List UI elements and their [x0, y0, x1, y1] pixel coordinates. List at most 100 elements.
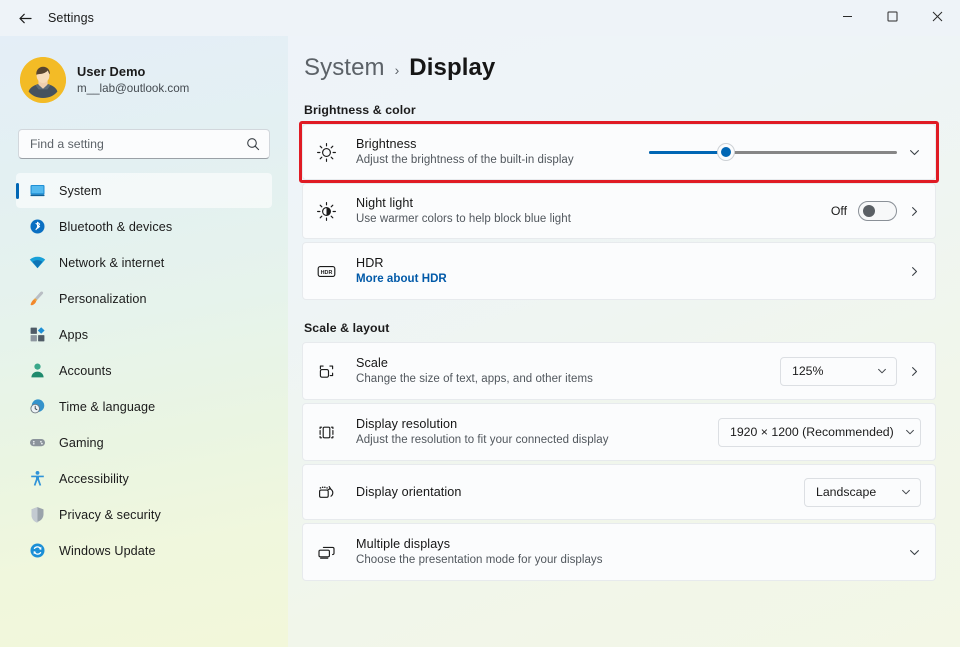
page-title: Display	[409, 54, 496, 81]
row-night-light-text: Night light Use warmer colors to help bl…	[356, 195, 831, 227]
profile-section[interactable]: User Demo m__lab@outlook.com	[16, 36, 272, 108]
sidebar-item-apps[interactable]: Apps	[16, 317, 272, 352]
hdr-icon: HDR	[316, 259, 346, 283]
more-about-hdr-link[interactable]: More about HDR	[356, 272, 908, 287]
row-night-light-controls: Off	[831, 201, 921, 221]
display-resolution-dropdown[interactable]: 1920 × 1200 (Recommended)	[718, 417, 921, 447]
section-brightness-color: Brightness Adjust the brightness of the …	[299, 121, 939, 300]
toggle-knob	[863, 205, 875, 217]
brightness-sun-icon	[316, 140, 346, 164]
chevron-right-icon[interactable]	[908, 265, 921, 278]
row-hdr-text: HDR More about HDR	[356, 255, 908, 287]
slider-thumb[interactable]	[716, 143, 735, 161]
paintbrush-icon	[29, 290, 46, 307]
maximize-button[interactable]	[870, 0, 915, 36]
row-scale-controls: 125%	[780, 356, 921, 386]
slider-fill	[649, 150, 726, 154]
row-subtitle: Change the size of text, apps, and other…	[356, 373, 593, 385]
row-multiple-displays-text: Multiple displays Choose the presentatio…	[356, 536, 908, 568]
accessibility-icon	[29, 470, 46, 487]
chevron-down-icon	[900, 486, 912, 498]
sidebar-item-label: Gaming	[59, 435, 104, 450]
settings-window: Settings User Demo m__lab@outlook.com Fi…	[0, 0, 960, 647]
scale-dropdown[interactable]: 125%	[780, 356, 897, 386]
main-content: System › Display Brightness & color Brig…	[288, 36, 960, 647]
chevron-right-icon[interactable]	[908, 365, 921, 378]
chevron-right-icon[interactable]	[908, 205, 921, 218]
row-display-resolution-text: Display resolution Adjust the resolution…	[356, 416, 718, 448]
row-brightness-controls	[649, 143, 921, 161]
back-button[interactable]	[8, 3, 42, 33]
display-orientation-value: Landscape	[816, 485, 877, 499]
sidebar-item-gaming[interactable]: Gaming	[16, 425, 272, 460]
sidebar-item-label: Apps	[59, 327, 89, 342]
night-light-toggle[interactable]	[858, 201, 897, 221]
resolution-icon	[316, 420, 346, 444]
sidebar-item-privacy-security[interactable]: Privacy & security	[16, 497, 272, 532]
wifi-icon	[29, 254, 46, 271]
row-subtitle: Use warmer colors to help block blue lig…	[356, 213, 571, 225]
sidebar-item-network-internet[interactable]: Network & internet	[16, 245, 272, 280]
breadcrumb: System › Display	[304, 36, 936, 82]
close-button[interactable]	[915, 0, 960, 36]
chevron-down-icon[interactable]	[908, 146, 921, 159]
display-resolution-value: 1920 × 1200 (Recommended)	[730, 425, 894, 439]
breadcrumb-parent[interactable]: System	[304, 54, 385, 82]
close-icon	[932, 9, 943, 27]
sidebar-item-windows-update[interactable]: Windows Update	[16, 533, 272, 568]
row-title: HDR	[356, 256, 384, 270]
row-night-light[interactable]: Night light Use warmer colors to help bl…	[302, 183, 936, 239]
chevron-down-icon	[904, 426, 916, 438]
sidebar-item-label: Network & internet	[59, 255, 165, 270]
row-scale[interactable]: Scale Change the size of text, apps, and…	[302, 342, 936, 400]
row-display-resolution[interactable]: Display resolution Adjust the resolution…	[302, 403, 936, 461]
sidebar-nav: System Bluetooth & devices Network & int…	[16, 173, 272, 568]
window-body: User Demo m__lab@outlook.com Find a sett…	[0, 36, 960, 647]
row-title: Brightness	[356, 137, 417, 151]
sidebar-item-accessibility[interactable]: Accessibility	[16, 461, 272, 496]
brightness-slider[interactable]	[649, 143, 897, 161]
display-orientation-dropdown[interactable]: Landscape	[804, 477, 921, 507]
toggle-state-label: Off	[830, 204, 847, 218]
minimize-button[interactable]	[825, 0, 870, 36]
breadcrumb-separator-icon: ›	[394, 62, 400, 78]
sidebar-item-label: Privacy & security	[59, 507, 161, 522]
minimize-icon	[842, 9, 853, 27]
scale-value: 125%	[792, 364, 824, 378]
clock-globe-icon	[29, 398, 46, 415]
window-title: Settings	[48, 11, 94, 25]
section-scale-layout: Scale Change the size of text, apps, and…	[302, 342, 936, 581]
sidebar-item-personalization[interactable]: Personalization	[16, 281, 272, 316]
search-input[interactable]	[30, 137, 246, 151]
row-brightness[interactable]: Brightness Adjust the brightness of the …	[302, 124, 936, 180]
svg-text:HDR: HDR	[321, 270, 333, 276]
bluetooth-icon	[29, 218, 46, 235]
row-multiple-displays[interactable]: Multiple displays Choose the presentatio…	[302, 523, 936, 581]
scale-icon	[316, 359, 346, 383]
search-box[interactable]	[18, 129, 270, 159]
sidebar-item-system[interactable]: System	[16, 173, 272, 208]
chevron-down-icon[interactable]	[908, 546, 921, 559]
night-light-icon	[316, 199, 346, 223]
sidebar-item-label: System	[59, 183, 102, 198]
row-brightness-text: Brightness Adjust the brightness of the …	[356, 136, 649, 168]
maximize-icon	[887, 9, 898, 27]
row-title: Scale	[356, 356, 389, 370]
row-title: Night light	[356, 196, 414, 210]
sidebar-item-accounts[interactable]: Accounts	[16, 353, 272, 388]
row-display-orientation[interactable]: Display orientation Landscape	[302, 464, 936, 520]
search-container	[16, 108, 272, 159]
row-title: Display resolution	[356, 417, 458, 431]
sidebar-item-label: Bluetooth & devices	[59, 219, 173, 234]
sidebar-item-label: Accounts	[59, 363, 112, 378]
back-arrow-icon	[17, 10, 34, 27]
sidebar-item-time-language[interactable]: Time & language	[16, 389, 272, 424]
sidebar-item-label: Accessibility	[59, 471, 129, 486]
sidebar-item-bluetooth-devices[interactable]: Bluetooth & devices	[16, 209, 272, 244]
profile-email: m__lab@outlook.com	[77, 82, 190, 95]
row-title: Multiple displays	[356, 537, 451, 551]
row-display-orientation-controls: Landscape	[804, 477, 921, 507]
sidebar-item-label: Time & language	[59, 399, 156, 414]
shield-icon	[29, 506, 46, 523]
row-hdr[interactable]: HDR HDR More about HDR	[302, 242, 936, 300]
